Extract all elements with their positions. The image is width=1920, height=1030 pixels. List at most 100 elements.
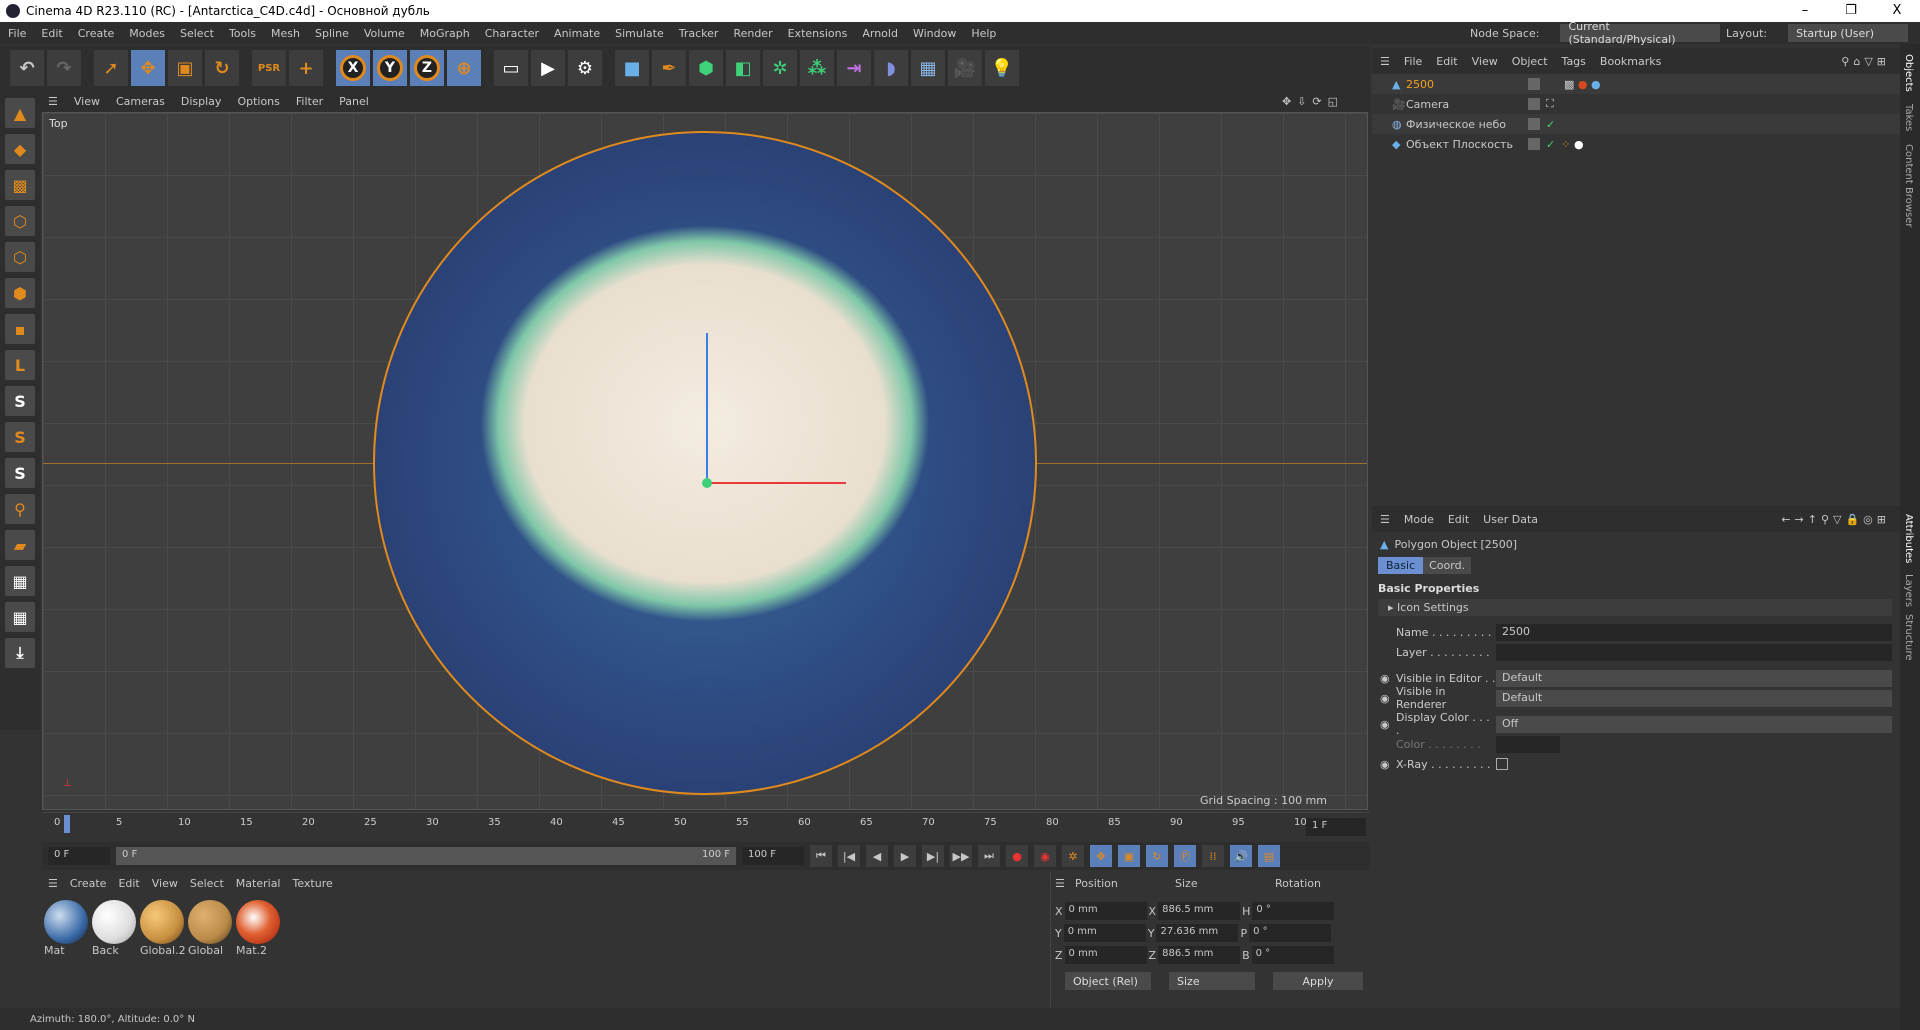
viewport-nav-icons[interactable]: ✥⇩⟳◱ (1282, 95, 1344, 108)
snap-icon[interactable]: S (5, 386, 35, 416)
size-z-field[interactable]: 886.5 mm (1158, 946, 1241, 964)
menu-tracker[interactable]: Tracker (679, 27, 719, 40)
menu-render[interactable]: Render (733, 27, 772, 40)
visibility-toggle[interactable] (1528, 78, 1540, 90)
name-field[interactable]: 2500 (1496, 623, 1892, 641)
hamburger-icon[interactable]: ☰ (1380, 55, 1390, 68)
playhead[interactable] (64, 815, 70, 833)
visible-in-editor-dropdown[interactable]: Default (1496, 669, 1892, 687)
visibility-toggle[interactable] (1528, 138, 1540, 150)
menu-modes[interactable]: Modes (129, 27, 165, 40)
obj-menu-view[interactable]: View (1472, 55, 1498, 68)
xray-checkbox[interactable] (1496, 758, 1508, 770)
tag-icon[interactable]: ⁘ ● (1561, 138, 1583, 151)
position-x-field[interactable]: 0 mm (1064, 902, 1147, 920)
size-x-field[interactable]: 886.5 mm (1158, 902, 1241, 920)
rotation-h-field[interactable]: 0 ° (1252, 902, 1335, 920)
snap-workplane-icon[interactable]: S (5, 458, 35, 488)
viewport[interactable]: Top Grid Spacing : 100 mm ⊥ (42, 112, 1368, 810)
animate-radio-icon[interactable]: ◉ (1380, 718, 1396, 731)
edges-mode-icon[interactable]: ⬡ (5, 242, 35, 272)
attr-menu-edit[interactable]: Edit (1448, 513, 1469, 526)
menu-help[interactable]: Help (971, 27, 996, 40)
frame-range-slider[interactable]: 0 F 100 F (116, 847, 736, 865)
floor-button[interactable]: ▦ (911, 50, 945, 86)
texture-mode-icon[interactable]: ▩ (5, 170, 35, 200)
keyframe-selection-icon[interactable]: ✲ (1062, 845, 1084, 867)
object-row-camera[interactable]: 🎥 Camera ⛶ (1372, 94, 1900, 114)
key-rotation-icon[interactable]: ↻ (1146, 845, 1168, 867)
layout-dropdown[interactable]: Startup (User) (1788, 24, 1909, 42)
start-frame-field[interactable]: 0 F (48, 847, 110, 865)
viewport-menu-filter[interactable]: Filter (296, 95, 323, 108)
viewport-menu-panel[interactable]: Panel (339, 95, 369, 108)
hamburger-icon[interactable]: ☰ (1055, 877, 1075, 890)
obj-menu-file[interactable]: File (1404, 55, 1422, 68)
subdivision-button[interactable]: ⬢ (689, 50, 723, 86)
timeline-window-icon[interactable]: ▤ (1258, 845, 1280, 867)
obj-menu-edit[interactable]: Edit (1436, 55, 1457, 68)
menu-window[interactable]: Window (913, 27, 956, 40)
extrude-button[interactable]: ◧ (726, 50, 760, 86)
viewport-menu-view[interactable]: View (74, 95, 100, 108)
animate-radio-icon[interactable]: ◉ (1380, 672, 1396, 685)
goto-end-icon[interactable]: ⏭ (978, 845, 1000, 867)
menu-select[interactable]: Select (180, 27, 214, 40)
material-mat-2[interactable]: Mat.2 (236, 900, 282, 957)
obj-menu-tags[interactable]: Tags (1562, 55, 1586, 68)
autokey-icon[interactable]: ◉ (1034, 845, 1056, 867)
attr-menu-mode[interactable]: Mode (1404, 513, 1434, 526)
mat-menu-view[interactable]: View (152, 877, 178, 890)
menu-spline[interactable]: Spline (315, 27, 349, 40)
camera-button[interactable]: 🎥 (948, 50, 982, 86)
viewport-menu-options[interactable]: Options (237, 95, 279, 108)
mat-menu-material[interactable]: Material (236, 877, 281, 890)
menu-extensions[interactable]: Extensions (788, 27, 848, 40)
material-global[interactable]: Global (188, 900, 234, 957)
undo-button[interactable]: ↶ (10, 50, 44, 86)
redo-button[interactable]: ↷ (47, 50, 81, 86)
search-filter-icons[interactable]: ⚲⌂▽⊞ (1841, 55, 1890, 68)
workplane-icon[interactable]: ▰ (5, 530, 35, 560)
snap-settings-icon[interactable]: S (5, 422, 35, 452)
scale-tool-button[interactable]: ▣ (168, 50, 202, 86)
menu-arnold[interactable]: Arnold (862, 27, 898, 40)
close-button[interactable]: X (1874, 0, 1920, 22)
icon-settings-group[interactable]: ▸ Icon Settings (1378, 599, 1892, 616)
render-settings-button[interactable]: ⚙ (568, 50, 602, 86)
object-row-plane[interactable]: ◆ Объект Плоскость ✓ ⁘ ● (1372, 134, 1900, 154)
hamburger-icon[interactable]: ☰ (48, 95, 58, 108)
grid-icon[interactable]: ▦ (5, 566, 35, 596)
attr-menu-user-data[interactable]: User Data (1483, 513, 1538, 526)
enabled-check-icon[interactable]: ✓ (1546, 138, 1555, 151)
camera-target-tag-icon[interactable]: ⛶ (1546, 97, 1554, 111)
points-mode-icon[interactable]: ⬡ (5, 206, 35, 236)
coordinate-tool-button[interactable]: + (289, 50, 323, 86)
layer-field[interactable] (1496, 643, 1892, 661)
render-region-button[interactable]: ▭ (494, 50, 528, 86)
world-coordinates-button[interactable]: ⊕ (447, 50, 481, 86)
node-space-dropdown[interactable]: Current (Standard/Physical) (1560, 20, 1721, 46)
current-frame-field[interactable]: 1 F (1306, 818, 1366, 836)
pen-button[interactable]: ✒ (652, 50, 686, 86)
apply-button[interactable]: Apply (1273, 972, 1363, 990)
prev-frame-icon[interactable]: ◀ (866, 845, 888, 867)
menu-volume[interactable]: Volume (364, 27, 405, 40)
side-tab-structure[interactable]: Structure (1903, 614, 1914, 661)
deformer-button[interactable]: ⇥ (837, 50, 871, 86)
rotation-b-field[interactable]: 0 ° (1251, 946, 1334, 964)
next-key-icon[interactable]: ▶▶ (950, 845, 972, 867)
attr-nav-icons[interactable]: ←→↑⚲▽🔒◎⊞ (1781, 513, 1890, 526)
tweak-icon[interactable]: ⚲ (5, 494, 35, 524)
x-axis-gizmo[interactable] (706, 482, 846, 484)
side-tab-attributes[interactable]: Attributes (1903, 514, 1914, 563)
mograph-button[interactable]: ⁂ (800, 50, 834, 86)
object-row-physical-sky[interactable]: ◍ Физическое небо ✓ (1372, 114, 1900, 134)
obj-menu-object[interactable]: Object (1512, 55, 1548, 68)
size-y-field[interactable]: 27.636 mm (1156, 924, 1239, 942)
material-global-2[interactable]: Global.2 (140, 900, 186, 957)
make-editable-icon[interactable]: ▲ (5, 98, 35, 128)
play-icon[interactable]: ▶ (894, 845, 916, 867)
key-pla-icon[interactable]: ⁞⁞ (1202, 845, 1224, 867)
prev-key-icon[interactable]: |◀ (838, 845, 860, 867)
